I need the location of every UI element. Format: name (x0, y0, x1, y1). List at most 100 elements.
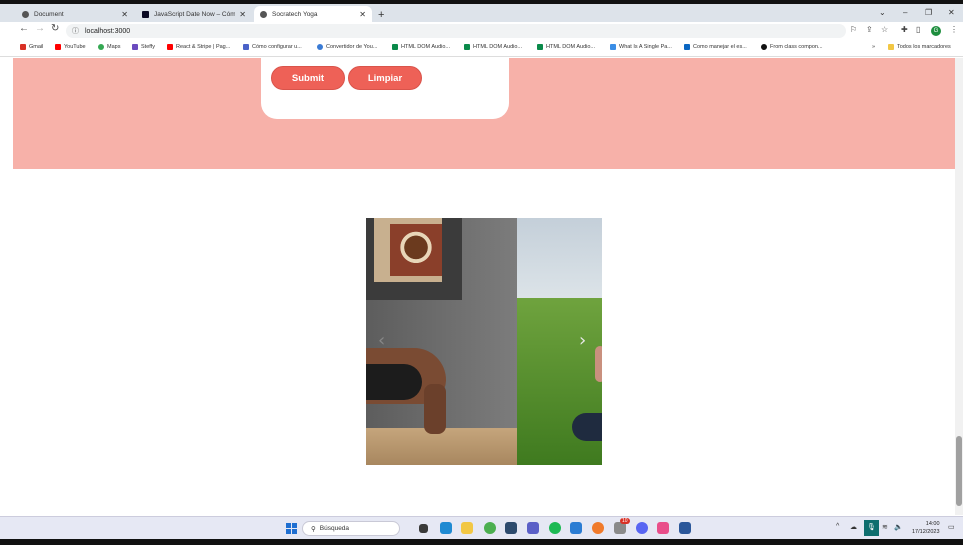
artwork-detail (390, 224, 442, 276)
folder-icon (888, 44, 894, 50)
spotify-icon[interactable] (549, 522, 561, 534)
scrollbar-thumb[interactable] (956, 436, 962, 506)
w3schools-icon (392, 44, 398, 50)
site-icon (243, 44, 249, 50)
new-tab-button[interactable]: + (378, 9, 384, 21)
notification-badge: 10 (620, 518, 630, 524)
teams-icon[interactable] (527, 522, 539, 534)
sky (517, 218, 602, 308)
close-icon[interactable]: ✕ (239, 10, 246, 19)
close-icon[interactable]: ✕ (359, 10, 366, 19)
form-section: Submit Limpiar (13, 58, 955, 169)
w3schools-icon (464, 44, 470, 50)
carousel-slide-yoga-outdoor (517, 218, 602, 465)
info-icon[interactable]: ⓘ (72, 26, 79, 36)
address-bar[interactable]: ⓘ localhost:3000 (66, 24, 846, 38)
close-window-button[interactable]: ✕ (948, 8, 955, 17)
chevron-right-icon[interactable]: › (579, 330, 586, 351)
bookmark-from-class[interactable]: From class compon... (761, 44, 823, 50)
w3schools-icon (537, 44, 543, 50)
windows-taskbar: ⚲ Búsqueda 10 ^ ☁ 🎙 ≋ 🔈 14:00 17/12/2023… (0, 516, 963, 539)
linkedin-icon (684, 44, 690, 50)
site-icon (317, 44, 323, 50)
extensions-icon[interactable]: ✚ (901, 25, 908, 34)
slack-icon[interactable] (657, 522, 669, 534)
tab-javascript-date[interactable]: JavaScript Date Now – Cómo obte... ✕ (136, 6, 252, 22)
microphone-icon[interactable]: 🎙 (864, 520, 879, 536)
gmail-icon (20, 44, 26, 50)
wood-floor (366, 428, 517, 465)
star-icon[interactable]: ☆ (881, 25, 888, 34)
app-icon[interactable] (592, 522, 604, 534)
artwork (374, 218, 442, 282)
search-icon: ⚲ (311, 525, 316, 533)
cloud-icon[interactable]: ☁ (850, 523, 857, 531)
form-card: Submit Limpiar (261, 58, 509, 119)
chevron-up-icon[interactable]: ^ (836, 523, 839, 530)
file-explorer-icon[interactable] (461, 522, 473, 534)
tab-socratech-yoga[interactable]: Socratech Yoga ✕ (254, 6, 372, 22)
bookmark-como-configurar[interactable]: Cómo configurar u... (243, 44, 302, 50)
taskbar-search[interactable]: ⚲ Búsqueda (302, 521, 400, 536)
app-icon[interactable] (505, 522, 517, 534)
image-carousel: ‹ › (366, 218, 602, 465)
tab-title: Document (34, 10, 64, 18)
discord-icon[interactable] (636, 522, 648, 534)
calendar-icon[interactable] (570, 522, 582, 534)
youtube-icon (167, 44, 173, 50)
tab-search-icon[interactable]: ⌄ (879, 8, 886, 17)
restore-button[interactable]: ❐ (925, 8, 932, 17)
task-view-icon[interactable] (419, 524, 428, 533)
screen: Document ✕ JavaScript Date Now – Cómo ob… (0, 0, 963, 545)
reload-icon[interactable]: ↻ (51, 23, 59, 34)
translate-icon[interactable]: ⚐ (850, 25, 857, 34)
bookmark-steffy[interactable]: Steffy (132, 44, 155, 50)
close-icon[interactable]: ✕ (121, 10, 128, 19)
bookmark-gmail[interactable]: Gmail (20, 44, 43, 50)
bookmark-html-dom-audio-1[interactable]: HTML DOM Audio... (392, 44, 450, 50)
bookmark-html-dom-audio-3[interactable]: HTML DOM Audio... (537, 44, 595, 50)
vscode-icon[interactable] (440, 522, 452, 534)
globe-icon (260, 10, 267, 18)
clear-button[interactable]: Limpiar (348, 66, 422, 90)
chrome-icon[interactable] (484, 522, 496, 534)
profile-avatar[interactable]: G (931, 26, 941, 36)
bookmark-como-manejar[interactable]: Como manejar el es... (684, 44, 747, 50)
wifi-icon[interactable]: ≋ (882, 523, 888, 531)
menu-icon[interactable]: ⋮ (950, 25, 958, 34)
bookmark-single-page[interactable]: What Is A Single Pa... (610, 44, 672, 50)
volume-icon[interactable]: 🔈 (894, 523, 903, 531)
bookmark-html-dom-audio-2[interactable]: HTML DOM Audio... (464, 44, 522, 50)
browser-toolbar: ← → ↻ ⓘ localhost:3000 ⚐ ⇪ ☆ ✚ ▯ G ⋮ (0, 22, 963, 40)
bottom-edge (0, 539, 963, 545)
taskbar-clock[interactable]: 14:00 17/12/2023 (912, 520, 940, 536)
word-icon[interactable] (679, 522, 691, 534)
carousel-slide-yoga-indoor (366, 218, 517, 465)
forward-icon[interactable]: → (35, 23, 45, 34)
site-icon (610, 44, 616, 50)
maps-icon (98, 44, 104, 50)
back-icon[interactable]: ← (19, 23, 29, 34)
share-icon[interactable]: ⇪ (866, 25, 873, 34)
notifications-icon[interactable]: ▭ (948, 523, 955, 531)
bookmarks-overflow-icon[interactable]: » (872, 44, 875, 50)
bookmark-youtube[interactable]: YouTube (55, 44, 86, 50)
youtube-icon (55, 44, 61, 50)
submit-button[interactable]: Submit (271, 66, 345, 90)
side-panel-icon[interactable]: ▯ (916, 25, 920, 34)
page-scrollbar[interactable] (955, 58, 963, 515)
tab-document[interactable]: Document ✕ (16, 6, 134, 22)
clock-time: 14:00 (925, 521, 940, 527)
bookmark-maps[interactable]: Maps (98, 44, 120, 50)
minimize-button[interactable]: – (903, 8, 907, 17)
picture-frame (366, 218, 462, 300)
steffy-icon (132, 44, 138, 50)
bookmark-react-stripe[interactable]: React & Stripe | Pag... (167, 44, 230, 50)
yoga-mat (572, 413, 602, 441)
chevron-left-icon[interactable]: ‹ (378, 330, 385, 351)
freecodecamp-icon (142, 10, 149, 18)
page-viewport: Submit Limpiar ‹ › (13, 58, 955, 515)
bookmark-convertidor[interactable]: Convertidor de You... (317, 44, 377, 50)
all-bookmarks[interactable]: Todos los marcadores (888, 44, 951, 50)
windows-start-icon[interactable] (286, 523, 297, 534)
